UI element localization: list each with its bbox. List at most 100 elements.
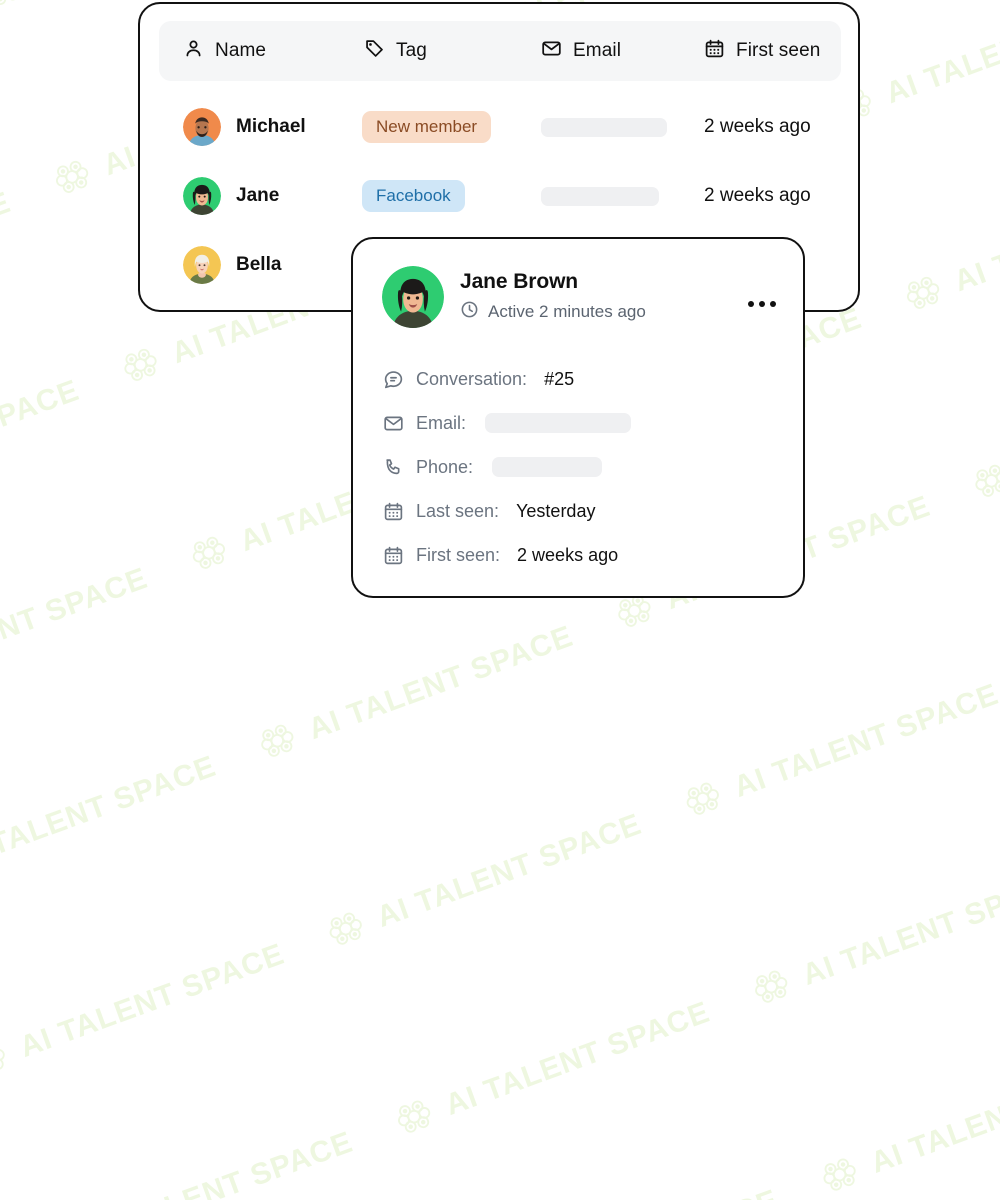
calendar-icon: [382, 544, 404, 566]
detail-fields-list: Conversation: #25 Email: Phone:: [382, 357, 779, 577]
field-conversation[interactable]: Conversation: #25: [382, 357, 779, 401]
status-badge[interactable]: Facebook: [362, 180, 465, 212]
brain-icon: [677, 773, 730, 829]
cell-tag: Facebook: [362, 168, 465, 224]
watermark-text: AI TALENT SPACE: [0, 562, 152, 689]
status-badge[interactable]: New member: [362, 111, 491, 143]
row-name-label: Michael: [236, 116, 306, 138]
brain-icon: [115, 339, 168, 395]
watermark-text: AI TALENT SPACE: [0, 186, 16, 313]
column-header-first-seen[interactable]: First seen: [704, 21, 820, 81]
brain-icon: [388, 1091, 441, 1147]
field-first-seen[interactable]: First seen: 2 weeks ago: [382, 533, 779, 577]
avatar-bella: [183, 246, 221, 284]
brain-icon: [814, 1148, 867, 1200]
brain-icon: [0, 1033, 16, 1089]
more-dot: [759, 301, 765, 307]
field-value: Yesterday: [516, 501, 595, 522]
field-label: Conversation:: [416, 369, 527, 390]
column-header-tag[interactable]: Tag: [364, 21, 427, 81]
watermark-tile: AI TALENT SPACE: [871, 78, 1000, 396]
watermark-text: AI TALENT SPACE: [730, 678, 1000, 805]
watermark-text: AI TALENT SPACE: [509, 1183, 783, 1200]
watermark-tile: AI TALENT SPACE: [0, 843, 362, 1161]
contact-detail-card: Jane Brown Active 2 minutes ago: [351, 237, 805, 598]
first-seen-label: 2 weeks ago: [704, 116, 811, 138]
field-phone[interactable]: Phone:: [382, 445, 779, 489]
more-options-icon[interactable]: [745, 289, 779, 319]
email-redacted-bar: [541, 187, 659, 206]
cell-name: Michael: [183, 99, 306, 155]
clock-icon: [460, 300, 479, 324]
watermark-text: AI TALENT SPACE: [866, 1053, 1000, 1180]
detail-status-label: Active 2 minutes ago: [488, 302, 646, 322]
cell-first-seen: 2 weeks ago: [704, 168, 811, 224]
field-label: First seen:: [416, 545, 500, 566]
field-label: Last seen:: [416, 501, 499, 522]
watermark-text: AI TALENT SPACE: [881, 0, 1000, 111]
watermark-text: AI TALENT SPACE: [950, 172, 1000, 299]
cell-first-seen: 2 weeks ago: [704, 99, 811, 155]
watermark-text: AI TALENT SPACE: [0, 374, 84, 501]
cell-email: [541, 168, 659, 224]
table-header-row: Name Tag Email: [159, 21, 841, 81]
avatar-jane: [183, 177, 221, 215]
field-email[interactable]: Email:: [382, 401, 779, 445]
brain-icon: [897, 267, 950, 323]
watermark-text: AI TALENT SPACE: [441, 996, 715, 1123]
watermark-text: AI TALENT SPACE: [798, 866, 1000, 993]
brain-icon: [46, 151, 99, 207]
email-redacted-bar: [541, 118, 667, 137]
watermark-text: AI TALENT SPACE: [84, 1125, 358, 1200]
envelope-icon: [382, 412, 404, 434]
table-row[interactable]: Jane Facebook 2 weeks ago: [159, 168, 841, 224]
more-dot: [748, 301, 754, 307]
cell-name: Bella: [183, 237, 281, 293]
watermark-text: AI TALENT SPACE: [0, 750, 221, 877]
avatar-michael: [183, 108, 221, 146]
column-header-first-seen-label: First seen: [736, 40, 820, 62]
more-dot: [770, 301, 776, 307]
user-icon: [183, 38, 204, 64]
watermark-tile: AI TALENT SPACE: [0, 468, 225, 786]
watermark-text: AI TALENT SPACE: [373, 808, 647, 935]
watermark-tile: AI TALENT SPACE: [939, 266, 1000, 584]
watermark-tile: AI TALENT SPACE: [293, 713, 718, 1031]
page-title: Jane Brown: [460, 270, 729, 294]
brain-icon: [252, 715, 305, 771]
tag-icon: [364, 38, 385, 64]
watermark-tile: AI TALENT SPACE: [650, 583, 1000, 901]
detail-identity: Jane Brown Active 2 minutes ago: [460, 270, 729, 324]
detail-status: Active 2 minutes ago: [460, 300, 729, 324]
column-header-tag-label: Tag: [396, 40, 427, 62]
watermark-tile: AI TALENT SPACE: [5, 1031, 430, 1200]
brain-icon: [966, 455, 1000, 511]
cell-name: Jane: [183, 168, 279, 224]
phone-icon: [382, 456, 404, 478]
field-value: 2 weeks ago: [517, 545, 618, 566]
column-header-name-label: Name: [215, 40, 266, 62]
field-label: Phone:: [416, 457, 473, 478]
calendar-icon: [704, 38, 725, 64]
avatar-jane-brown: [382, 266, 444, 328]
watermark-tile: AI TALENT SPACE: [787, 959, 1000, 1200]
watermark-tile: AI TALENT SPACE: [0, 92, 88, 410]
first-seen-label: 2 weeks ago: [704, 185, 811, 207]
watermark-tile: AI TALENT SPACE: [0, 655, 293, 973]
watermark-text: AI TALENT SPACE: [15, 938, 289, 1065]
brain-icon: [745, 961, 798, 1017]
detail-header: Jane Brown Active 2 minutes ago: [382, 266, 779, 328]
table-row[interactable]: Michael New member 2 weeks ago: [159, 99, 841, 155]
field-label: Email:: [416, 413, 466, 434]
column-header-email[interactable]: Email: [541, 21, 621, 81]
watermark-tile: AI TALENT SPACE: [0, 280, 157, 598]
cell-tag: New member: [362, 99, 491, 155]
email-redacted-bar: [485, 413, 631, 433]
column-header-name[interactable]: Name: [183, 21, 266, 81]
watermark-tile: AI TALENT SPACE: [0, 0, 20, 222]
column-header-email-label: Email: [573, 40, 621, 62]
brain-icon: [0, 0, 31, 19]
watermark-tile: AI TALENT SPACE: [362, 901, 787, 1200]
field-value: #25: [544, 369, 574, 390]
field-last-seen[interactable]: Last seen: Yesterday: [382, 489, 779, 533]
